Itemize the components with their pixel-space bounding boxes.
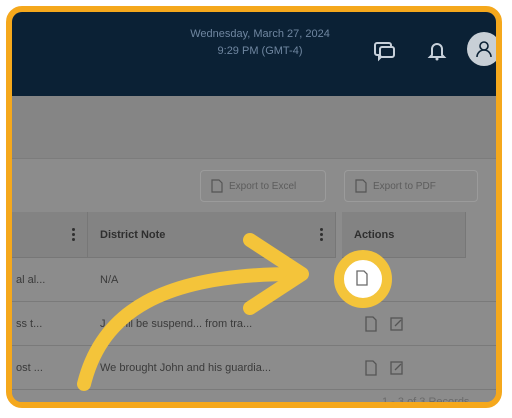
screenshot-frame: Wednesday, March 27, 2024 9:29 PM (GMT-4… [6, 6, 502, 408]
arrow-annotation [77, 233, 309, 391]
